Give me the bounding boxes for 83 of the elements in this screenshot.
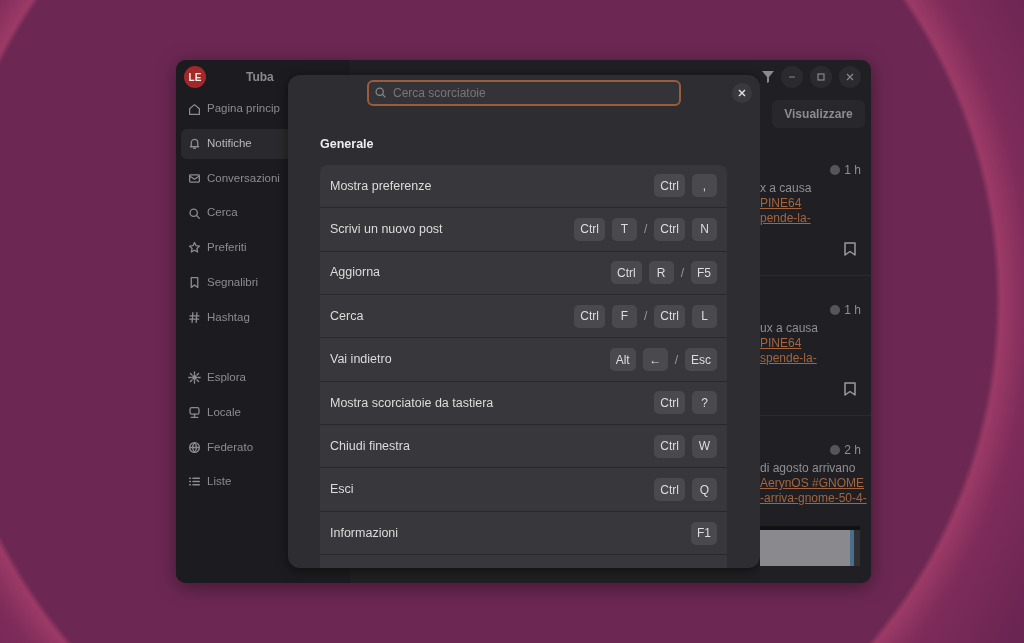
bookmark-icon <box>188 275 201 289</box>
keycap: Ctrl <box>654 434 685 458</box>
sidebar-item[interactable]: Pagina princip <box>181 94 288 124</box>
shortcut-label: Mostra preferenze <box>330 177 432 195</box>
sidebar-item[interactable]: Conversazioni <box>181 163 288 194</box>
post-link[interactable]: pende-la- <box>760 211 811 225</box>
maximize-icon <box>816 72 826 82</box>
shortcut-label: Cerca <box>330 307 364 325</box>
home-icon <box>188 102 201 116</box>
post-link[interactable]: PINE64 <box>760 196 802 210</box>
hashtag-icon <box>188 310 201 324</box>
key-separator: / <box>644 308 648 326</box>
shortcut-label: Vai indietro <box>330 351 392 369</box>
sidebar-item[interactable]: Federato <box>181 432 288 463</box>
keycap: W <box>692 434 717 458</box>
post-link[interactable]: spende-la- <box>760 351 817 365</box>
keycap: Ctrl <box>654 174 685 198</box>
keycap: Esc <box>685 348 717 371</box>
post-text: di agosto arrivano <box>760 461 857 476</box>
keycap: T <box>612 217 637 241</box>
keycap: ? <box>692 391 717 415</box>
sidebar-item[interactable]: Liste <box>181 466 288 497</box>
sidebar-item[interactable]: Esplora <box>181 362 288 393</box>
shortcut-label: Esci <box>330 481 354 499</box>
key-separator: / <box>644 221 648 239</box>
keycap: F1 <box>691 521 717 545</box>
shortcut-label: Aggiorna <box>330 264 381 282</box>
close-icon <box>845 72 855 82</box>
close-button[interactable] <box>732 83 752 103</box>
post-time: 2 h <box>844 442 861 459</box>
maximize-button[interactable] <box>810 66 832 88</box>
key-separator: / <box>674 351 678 369</box>
post-link[interactable]: PINE64 <box>760 336 802 350</box>
post-time: 1 h <box>844 162 861 179</box>
keycap: Ctrl <box>654 304 685 328</box>
mail-icon <box>188 171 201 185</box>
shortcut-label: Informazioni <box>330 524 399 542</box>
keycap: N <box>692 217 717 241</box>
search-icon <box>374 86 387 99</box>
keycap: L <box>692 304 717 328</box>
sidebar-item[interactable]: Notifiche <box>181 128 288 159</box>
keycap: ← <box>642 348 668 371</box>
keycap: Ctrl <box>574 217 605 241</box>
post-text: x a causa <box>760 181 813 196</box>
keycap: Alt <box>609 348 636 371</box>
keycap: , <box>692 174 717 198</box>
sidebar-item[interactable]: Segnalibri <box>181 267 288 298</box>
sun-icon <box>188 371 201 385</box>
sidebar-item[interactable]: Hashtag <box>181 302 288 333</box>
filter-icon[interactable] <box>762 71 774 83</box>
keycap: Ctrl <box>574 304 605 328</box>
post-time: 1 h <box>844 302 861 319</box>
sidebar-item[interactable]: Locale <box>181 397 288 428</box>
key-separator: / <box>680 264 684 282</box>
search-icon <box>188 206 201 220</box>
monitor-icon <box>188 406 201 419</box>
post-link[interactable]: -arriva-gnome-50-4- <box>760 491 867 505</box>
close-window-button[interactable] <box>839 66 861 88</box>
keycap: Ctrl <box>654 391 685 415</box>
bell-icon <box>188 137 201 151</box>
keycap: F5 <box>691 261 717 285</box>
app-title: Tuba <box>246 69 274 86</box>
keycap: F <box>612 304 637 328</box>
sidebar-item[interactable]: Preferiti <box>181 232 288 263</box>
post-text: ux a causa <box>760 321 820 336</box>
keycap: Ctrl <box>654 478 685 502</box>
shortcut-label: Scrivi un nuovo post <box>330 220 443 238</box>
search-field[interactable]: Cerca scorciatoie <box>367 80 681 106</box>
keycap: Ctrl <box>610 261 642 285</box>
view-button[interactable]: Visualizzare <box>772 100 865 128</box>
keycap: Q <box>692 478 717 502</box>
keycap: Ctrl <box>654 217 685 241</box>
app-logo: LE <box>184 66 206 88</box>
close-icon <box>738 89 746 97</box>
shortcut-label: Chiudi finestra <box>330 437 410 455</box>
star-icon <box>188 241 201 255</box>
keycap: R <box>648 261 674 285</box>
shortcut-label: Mostra scorciatoie da tastiera <box>330 394 494 412</box>
post-link[interactable]: AerynOS #GNOME <box>760 476 865 490</box>
section-heading: Generale <box>320 136 375 153</box>
sidebar-item[interactable]: Cerca <box>181 198 288 229</box>
bookmark-button[interactable] <box>844 242 856 256</box>
bookmark-button[interactable] <box>844 382 856 396</box>
